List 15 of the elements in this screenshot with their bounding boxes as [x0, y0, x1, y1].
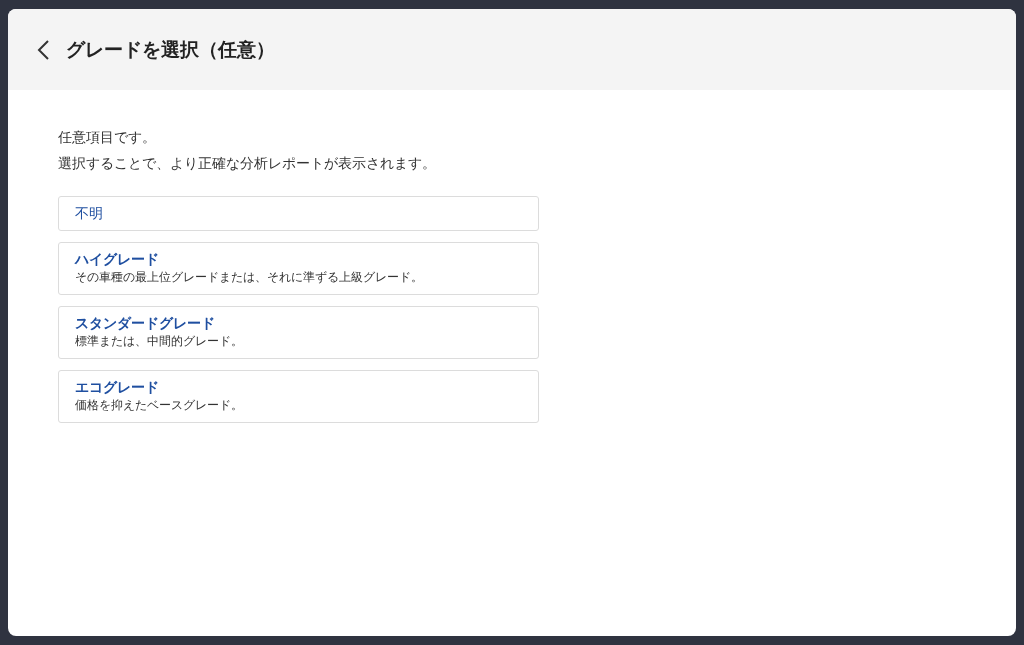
option-title: スタンダードグレード [75, 314, 216, 333]
back-icon[interactable] [36, 38, 50, 61]
grade-option[interactable]: ハイグレード その車種の最上位グレードまたは、それに準ずる上級グレード。 [58, 242, 539, 295]
intro-text: 選択することで、より正確な分析レポートが表示されます。 [58, 154, 437, 173]
grade-option[interactable]: スタンダードグレード 標準または、中間的グレード。 [58, 306, 539, 359]
option-title: 不明 [75, 204, 104, 223]
option-description: 価格を抑えたベースグレード。 [75, 397, 244, 414]
grade-option[interactable]: エコグレード 価格を抑えたベースグレード。 [58, 370, 539, 423]
dialog-title: グレードを選択（任意） [66, 36, 275, 62]
option-title: エコグレード [75, 378, 160, 397]
grade-option[interactable]: 不明 [58, 196, 539, 231]
option-title: ハイグレード [75, 250, 160, 269]
option-description: 標準または、中間的グレード。 [75, 333, 244, 350]
intro-text: 任意項目です。 [58, 128, 157, 147]
option-description: その車種の最上位グレードまたは、それに準ずる上級グレード。 [75, 269, 424, 286]
